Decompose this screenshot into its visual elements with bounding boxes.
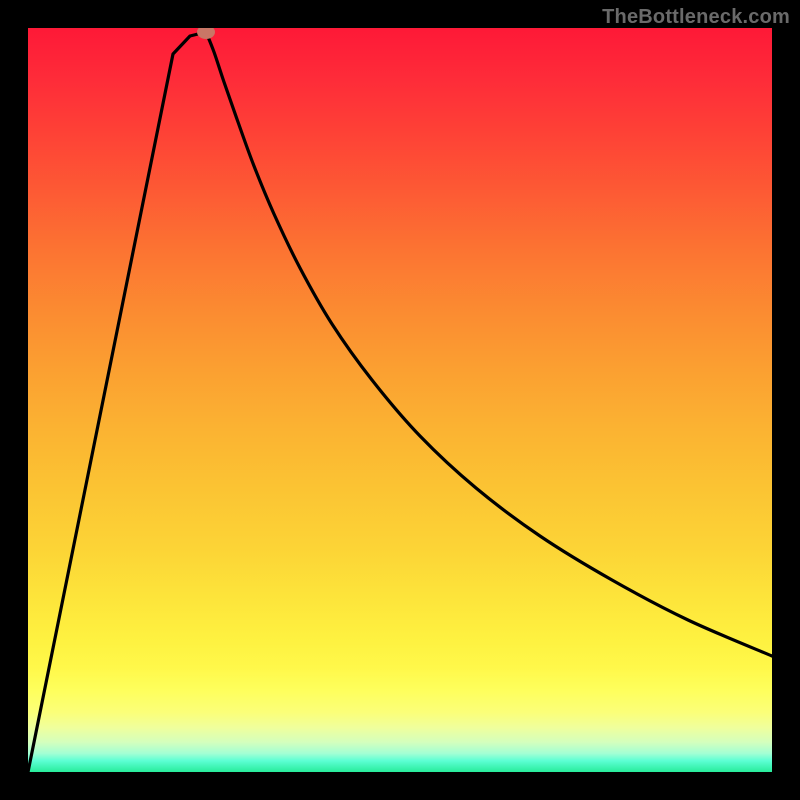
chart-container: TheBottleneck.com	[0, 0, 800, 800]
curve-svg	[28, 28, 772, 772]
watermark-text: TheBottleneck.com	[602, 6, 790, 29]
minimum-marker	[197, 28, 215, 39]
left-descent-line	[28, 32, 206, 772]
right-curve-line	[206, 32, 772, 656]
plot-area	[28, 28, 772, 772]
